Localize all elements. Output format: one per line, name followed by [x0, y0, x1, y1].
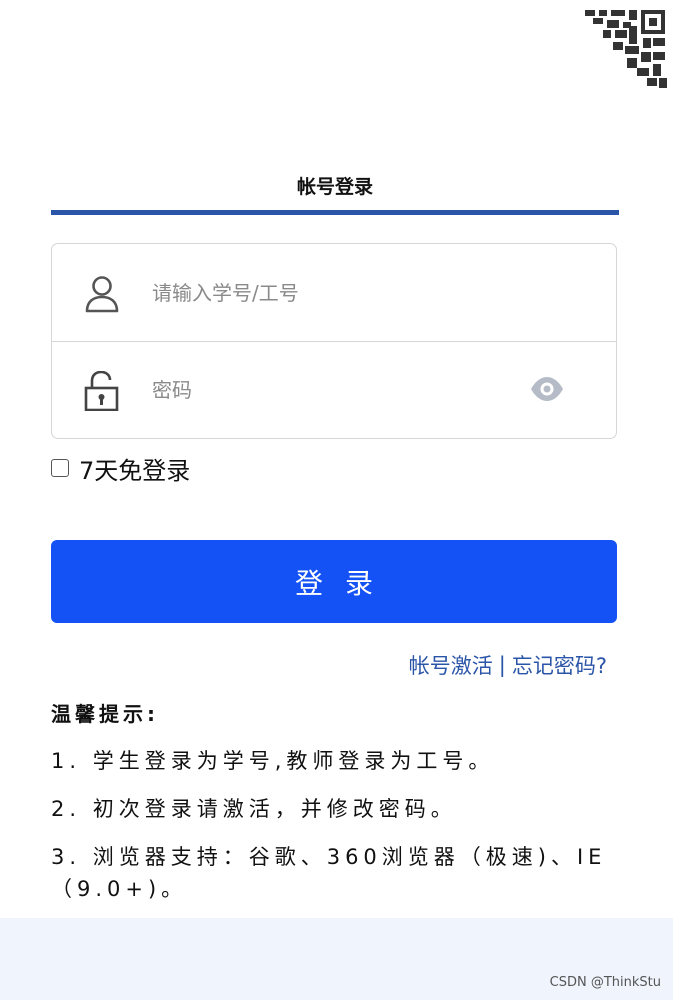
- watermark: CSDN @ThinkStu: [549, 975, 661, 990]
- login-tabs: 帐号登录: [51, 160, 619, 215]
- password-input[interactable]: [150, 369, 514, 411]
- tab-account-login[interactable]: 帐号登录: [51, 160, 619, 200]
- lock-icon: [84, 371, 119, 411]
- tip-item: 1. 学生登录为学号,教师登录为工号。: [51, 749, 495, 773]
- password-row: [52, 341, 616, 438]
- activate-account-link[interactable]: 帐号激活: [409, 650, 493, 680]
- user-icon: [85, 276, 119, 313]
- qr-code-icon[interactable]: [585, 8, 667, 90]
- eye-icon[interactable]: [530, 376, 564, 402]
- username-input[interactable]: [150, 272, 514, 314]
- account-links: 帐号激活 | 忘记密码?: [409, 650, 607, 680]
- login-form: [51, 243, 617, 439]
- tips-section: 温馨提示: 1. 学生登录为学号,教师登录为工号。 2. 初次登录请激活，并修改…: [51, 698, 611, 921]
- link-separator: |: [498, 653, 506, 677]
- tab-active-indicator: [51, 210, 619, 215]
- tip-item: 2. 初次登录请激活，并修改密码。: [51, 797, 457, 821]
- username-row: [52, 244, 616, 342]
- tip-item: 3. 浏览器支持：谷歌、360浏览器（极速)、IE（9.0+)。: [51, 845, 607, 901]
- remember-checkbox[interactable]: [51, 459, 69, 477]
- login-button[interactable]: 登录: [51, 540, 617, 623]
- tips-heading: 温馨提示:: [51, 702, 159, 726]
- remember-login[interactable]: 7天免登录: [51, 452, 191, 485]
- forgot-password-link[interactable]: 忘记密码?: [512, 650, 607, 680]
- remember-label: 7天免登录: [79, 456, 191, 485]
